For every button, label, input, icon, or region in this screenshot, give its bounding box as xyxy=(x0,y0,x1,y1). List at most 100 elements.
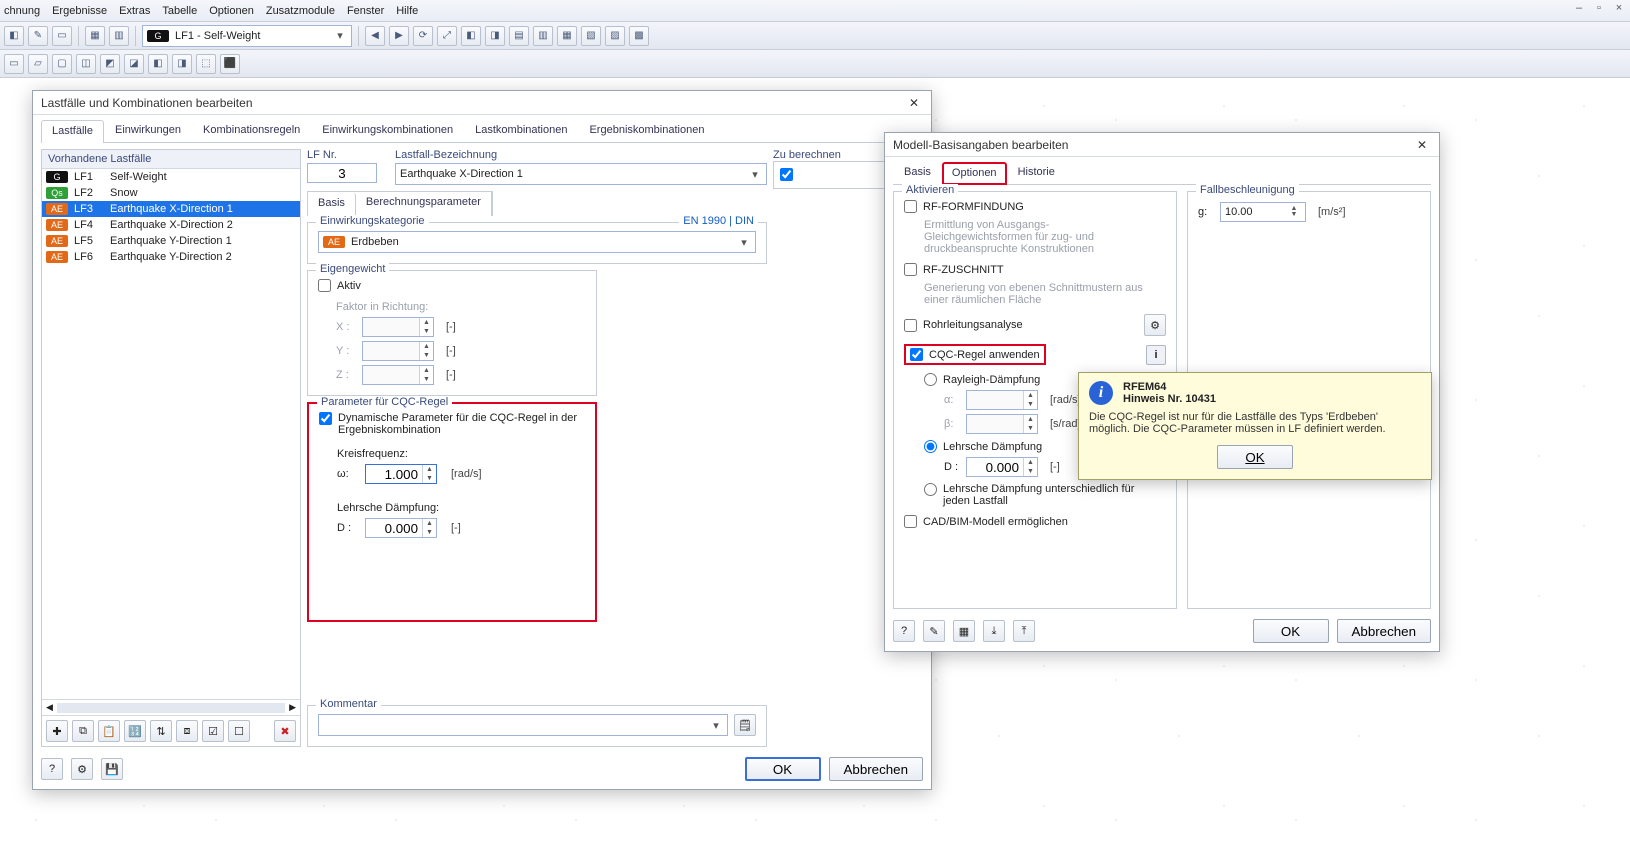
tab-options[interactable]: Optionen xyxy=(942,162,1007,185)
paste-icon[interactable]: 📋 xyxy=(98,720,120,742)
toolbar-icon[interactable]: ▭ xyxy=(52,26,72,46)
copy-icon[interactable]: ⧉ xyxy=(72,720,94,742)
tab-loadcases[interactable]: Lastfälle xyxy=(41,120,104,143)
ok-button[interactable]: OK xyxy=(1253,619,1329,643)
tab-basis[interactable]: Basis xyxy=(893,161,942,184)
standard-link[interactable]: EN 1990 | DIN xyxy=(683,215,754,227)
import-icon[interactable]: ⤓ xyxy=(983,620,1005,642)
checkbox-input[interactable] xyxy=(318,279,331,292)
menubar[interactable]: chnung Ergebnisse Extras Tabelle Optione… xyxy=(0,0,1630,22)
list-item[interactable]: AE LF4 Earthquake X-Direction 2 xyxy=(42,217,300,233)
toolbar-icon[interactable]: ▩ xyxy=(629,26,649,46)
settings-icon[interactable]: ⚙ xyxy=(71,758,93,780)
toolbar-icon[interactable]: ⟳ xyxy=(413,26,433,46)
toolbar-icon[interactable]: ▶ xyxy=(389,26,409,46)
tab-actions[interactable]: Einwirkungen xyxy=(104,119,192,142)
toolbar-icon[interactable]: ⤢ xyxy=(437,26,457,46)
zuschnitt-checkbox[interactable]: RF-ZUSCHNITT xyxy=(904,263,1004,276)
hint-ok-button[interactable]: OK xyxy=(1217,445,1293,469)
menu-item[interactable]: Ergebnisse xyxy=(52,5,107,17)
toolbar-icon[interactable]: ◨ xyxy=(485,26,505,46)
toolbar-icon[interactable]: ✎ xyxy=(28,26,48,46)
menu-item[interactable]: Tabelle xyxy=(162,5,197,17)
toolbar-icon[interactable]: ▧ xyxy=(581,26,601,46)
renumber-icon[interactable]: 🔢 xyxy=(124,720,146,742)
tab-load-combos[interactable]: Lastkombinationen xyxy=(464,119,578,142)
toolbar-row-1[interactable]: ◧ ✎ ▭ ▦ ▥ GLF1 - Self-Weight ▾ ◀ ▶ ⟳ ⤢ ◧… xyxy=(0,22,1630,50)
toolbar-icon[interactable]: ▨ xyxy=(605,26,625,46)
close-icon[interactable]: ✕ xyxy=(905,94,923,112)
help-icon[interactable]: ? xyxy=(41,758,63,780)
edit-comment-icon[interactable]: 🗒 xyxy=(734,714,756,736)
checkbox-input[interactable] xyxy=(910,348,923,361)
lfnr-input[interactable] xyxy=(307,163,377,183)
tab-result-combos[interactable]: Ergebniskombinationen xyxy=(578,119,715,142)
restore-icon[interactable]: ▫ xyxy=(1592,2,1606,14)
cqc-rule-checkbox[interactable]: CQC-Regel anwenden xyxy=(904,344,1046,365)
toolbar-icon[interactable]: ◪ xyxy=(124,54,144,74)
radio-input[interactable] xyxy=(924,373,937,386)
tab-action-combos[interactable]: Einwirkungskombinationen xyxy=(311,119,464,142)
menu-item[interactable]: Zusatzmodule xyxy=(266,5,335,17)
toolbar-icon[interactable]: ◧ xyxy=(461,26,481,46)
toolbar-icon[interactable]: ◨ xyxy=(172,54,192,74)
filter-icon[interactable]: ⧈ xyxy=(176,720,198,742)
pipe-settings-icon[interactable]: ⚙ xyxy=(1144,314,1166,336)
dialog-titlebar[interactable]: Lastfälle und Kombinationen bearbeiten ✕ xyxy=(33,91,931,115)
active-checkbox[interactable]: Aktiv xyxy=(318,279,361,292)
ok-button[interactable]: OK xyxy=(745,757,821,781)
toolbar-icon[interactable]: ▭ xyxy=(4,54,24,74)
list-item[interactable]: Qs LF2 Snow xyxy=(42,185,300,201)
radio-input[interactable] xyxy=(924,483,937,496)
g-select[interactable]: 10.00 ▲▼ xyxy=(1220,202,1306,222)
pipe-analysis-checkbox[interactable]: Rohrleitungsanalyse xyxy=(904,319,1023,332)
tab-combo-rules[interactable]: Kombinationsregeln xyxy=(192,119,311,142)
formfinding-checkbox[interactable]: RF-FORMFINDUNG xyxy=(904,200,1024,213)
close-icon[interactable]: × xyxy=(1612,2,1626,14)
table-icon[interactable]: ▦ xyxy=(953,620,975,642)
dialog-titlebar[interactable]: Modell-Basisangaben bearbeiten ✕ xyxy=(885,133,1439,157)
to-calc-checkbox[interactable] xyxy=(780,168,793,181)
cancel-button[interactable]: Abbrechen xyxy=(829,757,923,781)
comment-combo[interactable]: ▾ xyxy=(318,714,728,736)
toolbar-icon[interactable]: ▥ xyxy=(109,26,129,46)
toolbar-icon[interactable]: ◧ xyxy=(4,26,24,46)
info-icon[interactable]: i xyxy=(1146,345,1166,365)
checkbox-input[interactable] xyxy=(904,515,917,528)
loadcase-combo[interactable]: GLF1 - Self-Weight ▾ xyxy=(142,25,352,47)
toolbar-icon[interactable]: ◩ xyxy=(100,54,120,74)
checkbox-input[interactable] xyxy=(904,200,917,213)
delete-icon[interactable]: ✖ xyxy=(274,720,296,742)
minimize-icon[interactable]: – xyxy=(1572,2,1586,14)
frequency-input[interactable]: ▲▼ xyxy=(365,464,437,484)
toolbar-icon[interactable]: ▦ xyxy=(85,26,105,46)
checkbox-input[interactable] xyxy=(904,263,917,276)
help-icon[interactable]: ? xyxy=(893,620,915,642)
cad-bim-checkbox[interactable]: CAD/BIM-Modell ermöglichen xyxy=(904,515,1166,528)
toolbar-icon[interactable]: ⬛ xyxy=(220,54,240,74)
tab-history[interactable]: Historie xyxy=(1007,161,1066,184)
name-combo[interactable]: Earthquake X-Direction 1 ▾ xyxy=(395,163,767,185)
edit-icon[interactable]: ✎ xyxy=(923,620,945,642)
menu-item[interactable]: chnung xyxy=(4,5,40,17)
toolbar-row-2[interactable]: ▭ ▱ ▢ ◫ ◩ ◪ ◧ ◨ ⬚ ⬛ xyxy=(0,50,1630,78)
select-all-icon[interactable]: ☑ xyxy=(202,720,224,742)
toolbar-icon[interactable]: ⬚ xyxy=(196,54,216,74)
cqc-dynamic-checkbox[interactable]: Dynamische Parameter für die CQC-Regel i… xyxy=(319,412,578,436)
menu-item[interactable]: Extras xyxy=(119,5,150,17)
cancel-button[interactable]: Abbrechen xyxy=(1337,619,1431,643)
scroll-right-icon[interactable]: ▶ xyxy=(289,702,296,713)
toolbar-icon[interactable]: ▥ xyxy=(533,26,553,46)
toolbar-icon[interactable]: ▢ xyxy=(52,54,72,74)
save-icon[interactable]: 💾 xyxy=(101,758,123,780)
close-icon[interactable]: ✕ xyxy=(1413,136,1431,154)
menu-item[interactable]: Optionen xyxy=(209,5,254,17)
menu-item[interactable]: Fenster xyxy=(347,5,384,17)
list-item[interactable]: G LF1 Self-Weight xyxy=(42,169,300,185)
list-item[interactable]: AE LF6 Earthquake Y-Direction 2 xyxy=(42,249,300,265)
deselect-all-icon[interactable]: ☐ xyxy=(228,720,250,742)
toolbar-icon[interactable]: ◧ xyxy=(148,54,168,74)
toolbar-icon[interactable]: ▦ xyxy=(557,26,577,46)
list-item[interactable]: AE LF5 Earthquake Y-Direction 1 xyxy=(42,233,300,249)
toolbar-icon[interactable]: ◫ xyxy=(76,54,96,74)
